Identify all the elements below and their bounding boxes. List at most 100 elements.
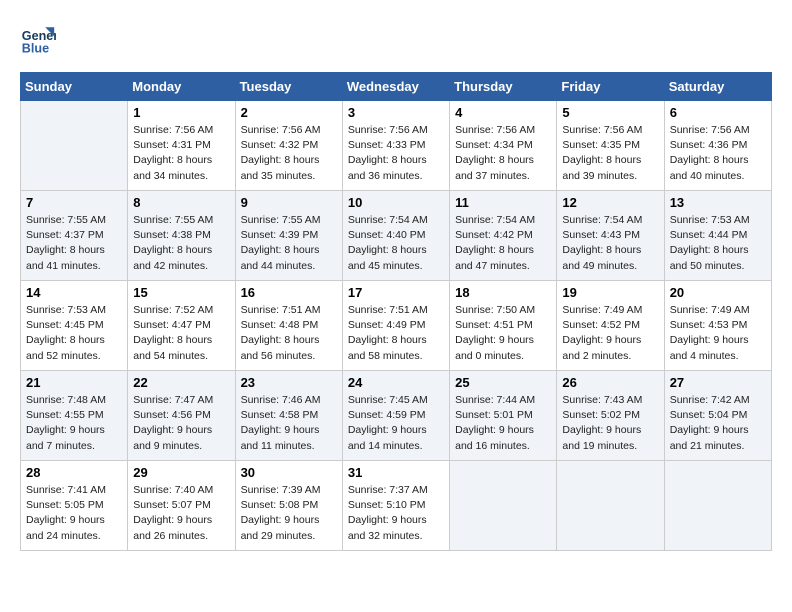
- calendar-cell: 8 Sunrise: 7:55 AM Sunset: 4:38 PM Daylig…: [128, 191, 235, 281]
- day-info: Sunrise: 7:41 AM Sunset: 5:05 PM Dayligh…: [26, 483, 122, 544]
- calendar-cell: 27 Sunrise: 7:42 AM Sunset: 5:04 PM Dayli…: [664, 371, 771, 461]
- day-info: Sunrise: 7:44 AM Sunset: 5:01 PM Dayligh…: [455, 393, 551, 454]
- day-info: Sunrise: 7:51 AM Sunset: 4:48 PM Dayligh…: [241, 303, 337, 364]
- calendar-week-row: 7Sunrise: 7:55 AM Sunset: 4:37 PM Daylig…: [21, 191, 772, 281]
- calendar-cell: 19 Sunrise: 7:49 AM Sunset: 4:52 PM Dayli…: [557, 281, 664, 371]
- calendar-cell: 14Sunrise: 7:53 AM Sunset: 4:45 PM Dayli…: [21, 281, 128, 371]
- day-number: 27: [670, 375, 766, 390]
- calendar-cell: 25 Sunrise: 7:44 AM Sunset: 5:01 PM Dayli…: [450, 371, 557, 461]
- day-number: 2: [241, 105, 337, 120]
- day-number: 17: [348, 285, 444, 300]
- day-info: Sunrise: 7:56 AM Sunset: 4:34 PM Dayligh…: [455, 123, 551, 184]
- day-number: 19: [562, 285, 658, 300]
- day-number: 12: [562, 195, 658, 210]
- calendar-cell: 15Sunrise: 7:52 AM Sunset: 4:47 PM Dayli…: [128, 281, 235, 371]
- day-info: Sunrise: 7:55 AM Sunset: 4:39 PM Dayligh…: [241, 213, 337, 274]
- day-info: Sunrise: 7:56 AM Sunset: 4:36 PM Dayligh…: [670, 123, 766, 184]
- day-info: Sunrise: 7:48 AM Sunset: 4:55 PM Dayligh…: [26, 393, 122, 454]
- calendar-cell: [664, 461, 771, 551]
- day-number: 4: [455, 105, 551, 120]
- day-number: 26: [562, 375, 658, 390]
- day-info: Sunrise: 7:43 AM Sunset: 5:02 PM Dayligh…: [562, 393, 658, 454]
- day-info: Sunrise: 7:55 AM Sunset: 4:38 PM Dayligh…: [133, 213, 229, 274]
- day-number: 30: [241, 465, 337, 480]
- calendar-week-row: 14Sunrise: 7:53 AM Sunset: 4:45 PM Dayli…: [21, 281, 772, 371]
- day-number: 24: [348, 375, 444, 390]
- day-info: Sunrise: 7:53 AM Sunset: 4:44 PM Dayligh…: [670, 213, 766, 274]
- day-number: 5: [562, 105, 658, 120]
- day-number: 16: [241, 285, 337, 300]
- day-info: Sunrise: 7:45 AM Sunset: 4:59 PM Dayligh…: [348, 393, 444, 454]
- day-number: 28: [26, 465, 122, 480]
- day-info: Sunrise: 7:52 AM Sunset: 4:47 PM Dayligh…: [133, 303, 229, 364]
- weekday-header-tuesday: Tuesday: [235, 73, 342, 101]
- day-number: 11: [455, 195, 551, 210]
- day-info: Sunrise: 7:56 AM Sunset: 4:32 PM Dayligh…: [241, 123, 337, 184]
- calendar-table: SundayMondayTuesdayWednesdayThursdayFrid…: [20, 72, 772, 551]
- day-info: Sunrise: 7:50 AM Sunset: 4:51 PM Dayligh…: [455, 303, 551, 364]
- day-info: Sunrise: 7:37 AM Sunset: 5:10 PM Dayligh…: [348, 483, 444, 544]
- day-info: Sunrise: 7:49 AM Sunset: 4:53 PM Dayligh…: [670, 303, 766, 364]
- day-info: Sunrise: 7:40 AM Sunset: 5:07 PM Dayligh…: [133, 483, 229, 544]
- weekday-header-thursday: Thursday: [450, 73, 557, 101]
- day-number: 14: [26, 285, 122, 300]
- day-info: Sunrise: 7:56 AM Sunset: 4:33 PM Dayligh…: [348, 123, 444, 184]
- calendar-cell: [450, 461, 557, 551]
- svg-text:Blue: Blue: [22, 41, 49, 55]
- day-info: Sunrise: 7:54 AM Sunset: 4:43 PM Dayligh…: [562, 213, 658, 274]
- day-info: Sunrise: 7:51 AM Sunset: 4:49 PM Dayligh…: [348, 303, 444, 364]
- calendar-header-row: SundayMondayTuesdayWednesdayThursdayFrid…: [21, 73, 772, 101]
- day-number: 22: [133, 375, 229, 390]
- calendar-cell: 20Sunrise: 7:49 AM Sunset: 4:53 PM Dayli…: [664, 281, 771, 371]
- logo-icon: General Blue: [20, 20, 56, 56]
- day-number: 9: [241, 195, 337, 210]
- calendar-week-row: 28 Sunrise: 7:41 AM Sunset: 5:05 PM Dayli…: [21, 461, 772, 551]
- day-number: 3: [348, 105, 444, 120]
- day-info: Sunrise: 7:47 AM Sunset: 4:56 PM Dayligh…: [133, 393, 229, 454]
- day-number: 21: [26, 375, 122, 390]
- calendar-cell: 24 Sunrise: 7:45 AM Sunset: 4:59 PM Dayli…: [342, 371, 449, 461]
- calendar-cell: 12 Sunrise: 7:54 AM Sunset: 4:43 PM Dayli…: [557, 191, 664, 281]
- day-number: 1: [133, 105, 229, 120]
- calendar-cell: 16 Sunrise: 7:51 AM Sunset: 4:48 PM Dayli…: [235, 281, 342, 371]
- day-number: 8: [133, 195, 229, 210]
- day-info: Sunrise: 7:42 AM Sunset: 5:04 PM Dayligh…: [670, 393, 766, 454]
- calendar-cell: 7Sunrise: 7:55 AM Sunset: 4:37 PM Daylig…: [21, 191, 128, 281]
- logo: General Blue: [20, 20, 60, 56]
- weekday-header-saturday: Saturday: [664, 73, 771, 101]
- calendar-cell: 10 Sunrise: 7:54 AM Sunset: 4:40 PM Dayli…: [342, 191, 449, 281]
- page-header: General Blue: [20, 20, 772, 56]
- calendar-cell: 22 Sunrise: 7:47 AM Sunset: 4:56 PM Dayli…: [128, 371, 235, 461]
- calendar-cell: [557, 461, 664, 551]
- calendar-cell: 28 Sunrise: 7:41 AM Sunset: 5:05 PM Dayli…: [21, 461, 128, 551]
- day-number: 25: [455, 375, 551, 390]
- day-number: 18: [455, 285, 551, 300]
- calendar-cell: [21, 101, 128, 191]
- calendar-cell: 31 Sunrise: 7:37 AM Sunset: 5:10 PM Dayli…: [342, 461, 449, 551]
- day-info: Sunrise: 7:54 AM Sunset: 4:42 PM Dayligh…: [455, 213, 551, 274]
- weekday-header-monday: Monday: [128, 73, 235, 101]
- calendar-cell: 6 Sunrise: 7:56 AM Sunset: 4:36 PM Daylig…: [664, 101, 771, 191]
- calendar-cell: 26 Sunrise: 7:43 AM Sunset: 5:02 PM Dayli…: [557, 371, 664, 461]
- calendar-cell: 29 Sunrise: 7:40 AM Sunset: 5:07 PM Dayli…: [128, 461, 235, 551]
- calendar-cell: 17 Sunrise: 7:51 AM Sunset: 4:49 PM Dayli…: [342, 281, 449, 371]
- calendar-cell: 11 Sunrise: 7:54 AM Sunset: 4:42 PM Dayli…: [450, 191, 557, 281]
- weekday-header-friday: Friday: [557, 73, 664, 101]
- calendar-cell: 9 Sunrise: 7:55 AM Sunset: 4:39 PM Daylig…: [235, 191, 342, 281]
- day-info: Sunrise: 7:46 AM Sunset: 4:58 PM Dayligh…: [241, 393, 337, 454]
- calendar-cell: 13Sunrise: 7:53 AM Sunset: 4:44 PM Dayli…: [664, 191, 771, 281]
- day-number: 7: [26, 195, 122, 210]
- calendar-cell: 30Sunrise: 7:39 AM Sunset: 5:08 PM Dayli…: [235, 461, 342, 551]
- day-number: 6: [670, 105, 766, 120]
- calendar-cell: 1Sunrise: 7:56 AM Sunset: 4:31 PM Daylig…: [128, 101, 235, 191]
- day-info: Sunrise: 7:49 AM Sunset: 4:52 PM Dayligh…: [562, 303, 658, 364]
- day-number: 29: [133, 465, 229, 480]
- calendar-cell: 4 Sunrise: 7:56 AM Sunset: 4:34 PM Daylig…: [450, 101, 557, 191]
- weekday-header-sunday: Sunday: [21, 73, 128, 101]
- day-number: 31: [348, 465, 444, 480]
- day-number: 10: [348, 195, 444, 210]
- day-info: Sunrise: 7:54 AM Sunset: 4:40 PM Dayligh…: [348, 213, 444, 274]
- calendar-cell: 23Sunrise: 7:46 AM Sunset: 4:58 PM Dayli…: [235, 371, 342, 461]
- calendar-cell: 2 Sunrise: 7:56 AM Sunset: 4:32 PM Daylig…: [235, 101, 342, 191]
- day-info: Sunrise: 7:56 AM Sunset: 4:35 PM Dayligh…: [562, 123, 658, 184]
